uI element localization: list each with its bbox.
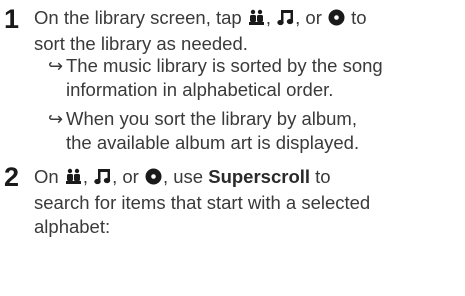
instruction-line-2: sort the library as needed.: [34, 33, 248, 54]
person-icon: [248, 8, 265, 32]
instruction-line-2: search for items that start with a selec…: [34, 192, 371, 213]
manual-page: 1 On the library screen, tap , , or to s…: [0, 0, 465, 296]
disc-icon: [145, 167, 162, 191]
step-number: 1: [4, 4, 20, 34]
instruction-line-1: On the library screen, tap , , or to: [34, 6, 457, 32]
step-instruction: On the library screen, tap , , or to sor…: [34, 6, 457, 56]
step-2: 2 On , , or , use Superscroll to search …: [0, 162, 465, 292]
music-note-icon: [277, 8, 294, 32]
music-note-icon: [94, 167, 111, 191]
superscroll-term: Superscroll: [208, 166, 311, 187]
result-arrow-icon: ↪: [48, 109, 64, 129]
person-icon: [65, 167, 82, 191]
disc-icon: [328, 8, 345, 32]
step-number: 2: [4, 162, 20, 192]
step-instruction: On , , or , use Superscroll to search fo…: [34, 165, 457, 239]
instruction-line-1: On , , or , use Superscroll to: [34, 165, 457, 191]
step-1: 1 On the library screen, tap , , or to s…: [0, 4, 465, 184]
result-arrow-icon: ↪: [48, 56, 64, 76]
instruction-line-3: alphabet:: [34, 216, 111, 237]
